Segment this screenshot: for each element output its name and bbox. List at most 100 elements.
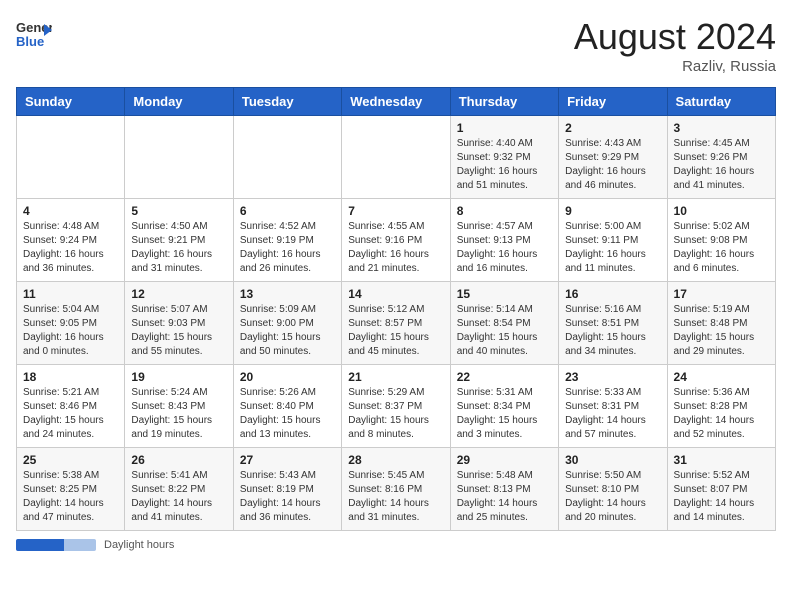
calendar-cell: 19 Sunrise: 5:24 AM Sunset: 8:43 PM Dayli… bbox=[125, 365, 233, 448]
day-header-friday: Friday bbox=[559, 88, 667, 116]
day-number: 3 bbox=[674, 121, 769, 135]
calendar-cell: 2 Sunrise: 4:43 AM Sunset: 9:29 PM Daylig… bbox=[559, 116, 667, 199]
day-number: 28 bbox=[348, 453, 443, 467]
day-number: 5 bbox=[131, 204, 226, 218]
day-info: Sunrise: 4:57 AM Sunset: 9:13 PM Dayligh… bbox=[457, 220, 552, 276]
calendar-cell: 20 Sunrise: 5:26 AM Sunset: 8:40 PM Dayli… bbox=[233, 365, 341, 448]
day-number: 17 bbox=[674, 287, 769, 301]
day-info: Sunrise: 5:38 AM Sunset: 8:25 PM Dayligh… bbox=[23, 469, 118, 525]
calendar-cell bbox=[342, 116, 450, 199]
page-header: General Blue August 2024 Razliv, Russia bbox=[16, 16, 776, 75]
day-info: Sunrise: 5:16 AM Sunset: 8:51 PM Dayligh… bbox=[565, 303, 660, 359]
day-number: 6 bbox=[240, 204, 335, 218]
day-number: 16 bbox=[565, 287, 660, 301]
day-number: 2 bbox=[565, 121, 660, 135]
day-info: Sunrise: 5:26 AM Sunset: 8:40 PM Dayligh… bbox=[240, 386, 335, 442]
day-info: Sunrise: 5:31 AM Sunset: 8:34 PM Dayligh… bbox=[457, 386, 552, 442]
title-block: August 2024 Razliv, Russia bbox=[574, 16, 776, 75]
footer: Daylight hours bbox=[16, 539, 776, 551]
day-number: 20 bbox=[240, 370, 335, 384]
day-number: 4 bbox=[23, 204, 118, 218]
day-info: Sunrise: 4:55 AM Sunset: 9:16 PM Dayligh… bbox=[348, 220, 443, 276]
day-number: 9 bbox=[565, 204, 660, 218]
day-number: 22 bbox=[457, 370, 552, 384]
calendar-cell: 13Sunrise: 5:09 AM Sunset: 9:00 PM Dayli… bbox=[233, 282, 341, 365]
day-info: Sunrise: 4:52 AM Sunset: 9:19 PM Dayligh… bbox=[240, 220, 335, 276]
calendar-cell: 12Sunrise: 5:07 AM Sunset: 9:03 PM Dayli… bbox=[125, 282, 233, 365]
day-number: 31 bbox=[674, 453, 769, 467]
calendar-cell: 28 Sunrise: 5:45 AM Sunset: 8:16 PM Dayli… bbox=[342, 448, 450, 531]
calendar-cell: 22 Sunrise: 5:31 AM Sunset: 8:34 PM Dayli… bbox=[450, 365, 558, 448]
calendar-cell: 15 Sunrise: 5:14 AM Sunset: 8:54 PM Dayli… bbox=[450, 282, 558, 365]
day-info: Sunrise: 5:43 AM Sunset: 8:19 PM Dayligh… bbox=[240, 469, 335, 525]
calendar-cell: 16 Sunrise: 5:16 AM Sunset: 8:51 PM Dayli… bbox=[559, 282, 667, 365]
day-info: Sunrise: 4:50 AM Sunset: 9:21 PM Dayligh… bbox=[131, 220, 226, 276]
day-number: 1 bbox=[457, 121, 552, 135]
day-info: Sunrise: 4:45 AM Sunset: 9:26 PM Dayligh… bbox=[674, 137, 769, 193]
calendar-table: SundayMondayTuesdayWednesdayThursdayFrid… bbox=[16, 87, 776, 531]
calendar-cell: 3 Sunrise: 4:45 AM Sunset: 9:26 PM Daylig… bbox=[667, 116, 775, 199]
day-number: 19 bbox=[131, 370, 226, 384]
day-number: 21 bbox=[348, 370, 443, 384]
calendar-cell: 24 Sunrise: 5:36 AM Sunset: 8:28 PM Dayli… bbox=[667, 365, 775, 448]
day-number: 7 bbox=[348, 204, 443, 218]
day-number: 8 bbox=[457, 204, 552, 218]
logo: General Blue bbox=[16, 16, 52, 52]
footer-label: Daylight hours bbox=[104, 539, 174, 551]
day-info: Sunrise: 5:52 AM Sunset: 8:07 PM Dayligh… bbox=[674, 469, 769, 525]
day-header-thursday: Thursday bbox=[450, 88, 558, 116]
day-number: 15 bbox=[457, 287, 552, 301]
calendar-cell: 30 Sunrise: 5:50 AM Sunset: 8:10 PM Dayli… bbox=[559, 448, 667, 531]
day-number: 25 bbox=[23, 453, 118, 467]
day-info: Sunrise: 5:33 AM Sunset: 8:31 PM Dayligh… bbox=[565, 386, 660, 442]
calendar-cell: 4 Sunrise: 4:48 AM Sunset: 9:24 PM Daylig… bbox=[17, 199, 125, 282]
day-info: Sunrise: 5:04 AM Sunset: 9:05 PM Dayligh… bbox=[23, 303, 118, 359]
calendar-cell: 18 Sunrise: 5:21 AM Sunset: 8:46 PM Dayli… bbox=[17, 365, 125, 448]
day-header-monday: Monday bbox=[125, 88, 233, 116]
day-info: Sunrise: 5:21 AM Sunset: 8:46 PM Dayligh… bbox=[23, 386, 118, 442]
calendar-cell bbox=[17, 116, 125, 199]
calendar-cell bbox=[125, 116, 233, 199]
day-info: Sunrise: 5:19 AM Sunset: 8:48 PM Dayligh… bbox=[674, 303, 769, 359]
day-info: Sunrise: 5:00 AM Sunset: 9:11 PM Dayligh… bbox=[565, 220, 660, 276]
day-number: 29 bbox=[457, 453, 552, 467]
calendar-cell: 5 Sunrise: 4:50 AM Sunset: 9:21 PM Daylig… bbox=[125, 199, 233, 282]
calendar-cell: 31 Sunrise: 5:52 AM Sunset: 8:07 PM Dayli… bbox=[667, 448, 775, 531]
calendar-cell: 8 Sunrise: 4:57 AM Sunset: 9:13 PM Daylig… bbox=[450, 199, 558, 282]
day-number: 27 bbox=[240, 453, 335, 467]
calendar-cell: 29Sunrise: 5:48 AM Sunset: 8:13 PM Dayli… bbox=[450, 448, 558, 531]
day-info: Sunrise: 4:40 AM Sunset: 9:32 PM Dayligh… bbox=[457, 137, 552, 193]
calendar-cell: 17 Sunrise: 5:19 AM Sunset: 8:48 PM Dayli… bbox=[667, 282, 775, 365]
day-info: Sunrise: 5:14 AM Sunset: 8:54 PM Dayligh… bbox=[457, 303, 552, 359]
day-info: Sunrise: 5:45 AM Sunset: 8:16 PM Dayligh… bbox=[348, 469, 443, 525]
calendar-cell bbox=[233, 116, 341, 199]
day-header-tuesday: Tuesday bbox=[233, 88, 341, 116]
calendar-cell: 11Sunrise: 5:04 AM Sunset: 9:05 PM Dayli… bbox=[17, 282, 125, 365]
day-info: Sunrise: 5:02 AM Sunset: 9:08 PM Dayligh… bbox=[674, 220, 769, 276]
day-info: Sunrise: 4:43 AM Sunset: 9:29 PM Dayligh… bbox=[565, 137, 660, 193]
day-number: 30 bbox=[565, 453, 660, 467]
day-info: Sunrise: 5:24 AM Sunset: 8:43 PM Dayligh… bbox=[131, 386, 226, 442]
day-info: Sunrise: 5:41 AM Sunset: 8:22 PM Dayligh… bbox=[131, 469, 226, 525]
month-year: August 2024 bbox=[574, 16, 776, 58]
day-info: Sunrise: 5:50 AM Sunset: 8:10 PM Dayligh… bbox=[565, 469, 660, 525]
calendar-cell: 23Sunrise: 5:33 AM Sunset: 8:31 PM Dayli… bbox=[559, 365, 667, 448]
calendar-cell: 9 Sunrise: 5:00 AM Sunset: 9:11 PM Daylig… bbox=[559, 199, 667, 282]
day-number: 26 bbox=[131, 453, 226, 467]
day-number: 10 bbox=[674, 204, 769, 218]
day-info: Sunrise: 4:48 AM Sunset: 9:24 PM Dayligh… bbox=[23, 220, 118, 276]
day-header-wednesday: Wednesday bbox=[342, 88, 450, 116]
svg-text:Blue: Blue bbox=[16, 34, 44, 49]
day-info: Sunrise: 5:36 AM Sunset: 8:28 PM Dayligh… bbox=[674, 386, 769, 442]
calendar-cell: 1 Sunrise: 4:40 AM Sunset: 9:32 PM Daylig… bbox=[450, 116, 558, 199]
calendar-cell: 26 Sunrise: 5:41 AM Sunset: 8:22 PM Dayli… bbox=[125, 448, 233, 531]
calendar-cell: 25 Sunrise: 5:38 AM Sunset: 8:25 PM Dayli… bbox=[17, 448, 125, 531]
day-info: Sunrise: 5:29 AM Sunset: 8:37 PM Dayligh… bbox=[348, 386, 443, 442]
day-number: 24 bbox=[674, 370, 769, 384]
daylight-bar bbox=[16, 539, 96, 551]
logo-icon: General Blue bbox=[16, 16, 52, 52]
day-number: 18 bbox=[23, 370, 118, 384]
day-header-sunday: Sunday bbox=[17, 88, 125, 116]
day-info: Sunrise: 5:12 AM Sunset: 8:57 PM Dayligh… bbox=[348, 303, 443, 359]
calendar-cell: 7 Sunrise: 4:55 AM Sunset: 9:16 PM Daylig… bbox=[342, 199, 450, 282]
